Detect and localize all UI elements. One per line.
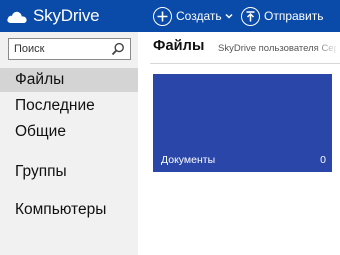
cloud-icon	[7, 11, 27, 23]
sidebar-item-files[interactable]: Файлы	[0, 68, 138, 92]
top-bar: SkyDrive Создать Отправить	[0, 0, 340, 32]
upload-button[interactable]: Отправить	[241, 5, 324, 27]
sidebar-item-recent[interactable]: Последние	[0, 94, 138, 118]
brand-logo[interactable]: SkyDrive	[6, 4, 100, 28]
sidebar: Файлы Последние Общие Группы Компьютеры	[0, 32, 138, 255]
brand-name: SkyDrive	[33, 6, 100, 25]
divider	[150, 63, 340, 64]
create-button-label: Создать	[176, 9, 222, 23]
folder-item-count: 0	[320, 154, 326, 166]
sidebar-item-groups[interactable]: Группы	[0, 160, 138, 184]
search-input[interactable]	[9, 39, 109, 59]
sidebar-item-computers[interactable]: Компьютеры	[0, 198, 138, 222]
plus-circle-icon	[153, 6, 172, 26]
folder-name: Документы	[161, 154, 216, 166]
upload-button-label: Отправить	[264, 9, 324, 23]
upload-icon	[241, 6, 260, 26]
search-icon[interactable]	[111, 42, 125, 56]
page-title: Файлы	[153, 38, 205, 54]
folder-tile-documents[interactable]: Документы 0	[153, 74, 332, 172]
sidebar-item-shared[interactable]: Общие	[0, 120, 138, 144]
subtitle-fade	[314, 40, 340, 56]
create-button[interactable]: Создать	[153, 5, 233, 27]
chevron-down-icon	[225, 13, 233, 19]
search-box	[8, 38, 131, 60]
